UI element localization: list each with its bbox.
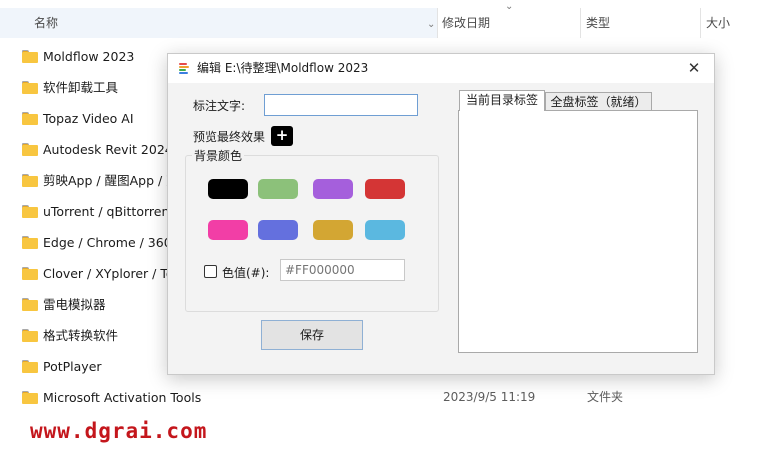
file-type: 文件夹: [587, 390, 624, 404]
color-swatch[interactable]: [208, 179, 248, 199]
color-swatch[interactable]: [258, 220, 298, 240]
column-date-header[interactable]: 修改日期: [436, 0, 581, 38]
column-size-header[interactable]: 大小: [700, 0, 761, 38]
folder-icon: [22, 391, 38, 404]
file-name: Topaz Video AI: [43, 111, 134, 126]
color-swatch[interactable]: [313, 179, 353, 199]
color-swatch[interactable]: [365, 220, 405, 240]
color-swatch[interactable]: [313, 220, 353, 240]
file-name: Edge / Chrome / 360: [43, 235, 172, 250]
color-value-label: 色值(#):: [222, 266, 270, 280]
folder-icon: [22, 143, 38, 156]
save-button[interactable]: 保存: [261, 320, 363, 350]
file-name: 雷电模拟器: [43, 297, 106, 312]
tag-list-panel[interactable]: [458, 110, 698, 353]
file-name: PotPlayer: [43, 359, 102, 374]
dialog-title: 编辑 E:\待整理\Moldflow 2023: [197, 61, 369, 75]
folder-icon: [22, 174, 38, 187]
tab-current-directory[interactable]: 当前目录标签: [459, 90, 545, 111]
folder-icon: [22, 236, 38, 249]
file-date: 2023/9/5 11:19: [443, 390, 536, 404]
close-icon[interactable]: ✕: [674, 54, 714, 83]
file-name: 剪映App / 醒图App / 剪: [43, 173, 179, 188]
file-name: Moldflow 2023: [43, 49, 135, 64]
folder-icon: [22, 360, 38, 373]
preview-button[interactable]: +: [271, 126, 293, 146]
color-swatch[interactable]: [258, 179, 298, 199]
file-name: 软件卸载工具: [43, 80, 119, 95]
background-color-title: 背景颜色: [192, 147, 245, 164]
file-name: 格式转换软件: [43, 328, 119, 343]
folder-icon: [22, 329, 38, 342]
folder-icon: [22, 81, 38, 94]
list-item[interactable]: Microsoft Activation Tools 2023/9/5 11:19…: [0, 382, 761, 413]
folder-icon: [22, 298, 38, 311]
file-name: Autodesk Revit 2024.: [43, 142, 177, 157]
file-name: Clover / XYplorer / To: [43, 266, 174, 281]
edit-dialog: 编辑 E:\待整理\Moldflow 2023 ✕ 标注文字: 预览最终效果 +…: [167, 53, 715, 375]
label-text-input[interactable]: [264, 94, 418, 116]
column-name-header[interactable]: 名称: [28, 0, 438, 38]
folder-icon: [22, 205, 38, 218]
column-header-bar: 名称 ⌄ ⌄ 修改日期 类型 大小: [0, 0, 761, 38]
color-swatch[interactable]: [208, 220, 248, 240]
hex-color-input[interactable]: [280, 259, 405, 281]
folder-icon: [22, 112, 38, 125]
column-type-header[interactable]: 类型: [580, 0, 700, 38]
tab-all-disks[interactable]: 全盘标签（就绪）: [545, 92, 652, 111]
label-text-caption: 标注文字:: [193, 99, 246, 113]
watermark: www.dgrai.com: [30, 419, 208, 443]
file-name: Microsoft Activation Tools: [43, 390, 202, 405]
app-icon: [179, 63, 189, 75]
chevron-down-icon[interactable]: ⌄: [427, 20, 435, 30]
folder-icon: [22, 267, 38, 280]
color-value-checkbox[interactable]: [204, 265, 217, 278]
file-name: uTorrent / qBittorrent: [43, 204, 175, 219]
dialog-titlebar[interactable]: 编辑 E:\待整理\Moldflow 2023 ✕: [168, 54, 714, 83]
preview-caption: 预览最终效果: [193, 130, 266, 144]
color-swatch[interactable]: [365, 179, 405, 199]
folder-icon: [22, 50, 38, 63]
